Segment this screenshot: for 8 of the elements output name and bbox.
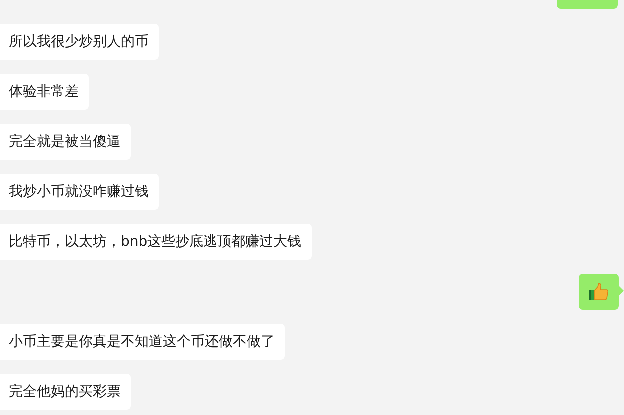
message-bubble: 完全就是被当傻逼 <box>0 124 131 160</box>
message-bubble: 我炒小币就没咋赚过钱 <box>0 174 159 210</box>
message-bubble: 小币主要是你真是不知道这个币还做不做了 <box>0 324 285 360</box>
message-bubble: 所以我很少炒别人的币 <box>0 24 159 60</box>
message-bubble: 比特币，以太坊，bnb这些抄底逃顶都赚过大钱 <box>0 224 312 260</box>
thumbs-up-icon <box>589 283 609 301</box>
message-bubble: 体验非常差 <box>0 74 89 110</box>
message-bubble: 完全他妈的买彩票 <box>0 374 131 410</box>
